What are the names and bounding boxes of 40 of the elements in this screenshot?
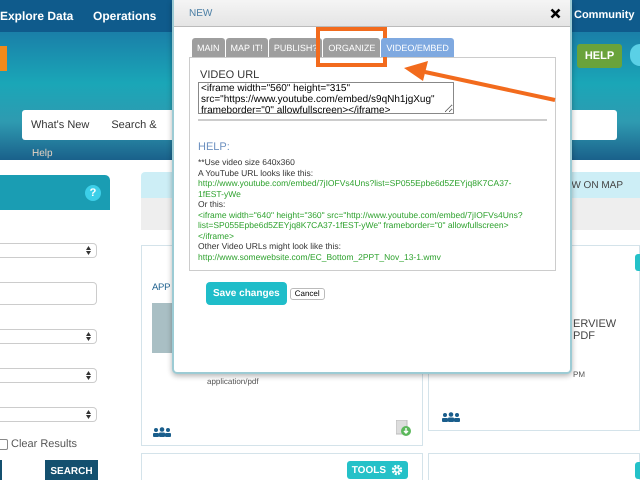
dropdown-field[interactable] — [0, 329, 97, 344]
search-tab[interactable]: Search & — [111, 119, 157, 131]
updown-arrows-icon — [86, 246, 91, 255]
view-on-map-tab[interactable]: W ON MAP — [571, 180, 623, 190]
round-button-icon[interactable] — [630, 44, 640, 66]
example-code: http://www.youtube.com/embed/7jIOFVs4Uns?list=SP055Epbe6d5ZEYjq8K7CA37-1fEST-yWe — [198, 178, 512, 199]
file-meta: PM — [573, 370, 585, 379]
example-code: http://www.somewebsite.com/EC_Bottom_2PPT_Nov_13-1.wmv — [198, 252, 442, 262]
gear-icon — [391, 464, 403, 476]
close-icon[interactable] — [550, 8, 561, 18]
checkbox-label: Clear Results — [11, 438, 78, 450]
updown-arrows-icon — [86, 410, 91, 419]
help-text: A YouTube URL looks like this: — [198, 168, 314, 178]
updown-arrows-icon — [86, 332, 91, 341]
search-tab[interactable]: What's New — [31, 119, 90, 131]
help-heading: HELP: — [198, 141, 231, 153]
dropdown-field[interactable] — [0, 368, 97, 383]
modal-title: NEW — [189, 8, 212, 18]
help-text: Other Video URLs might look like this: — [198, 241, 342, 252]
field-label: VIDEO URL — [200, 69, 260, 81]
cancel-button[interactable]: Cancel — [290, 288, 325, 300]
file-meta: application/pdf — [207, 377, 259, 386]
nav-link[interactable]: Community — [574, 9, 634, 21]
group-icon[interactable] — [441, 412, 461, 422]
search-button[interactable]: SEARCH — [45, 460, 98, 480]
dropdown-field[interactable] — [0, 407, 97, 422]
help-text: Or this: — [198, 199, 226, 210]
checkbox[interactable] — [0, 438, 8, 450]
group-icon[interactable] — [152, 427, 172, 437]
logo-icon — [0, 46, 7, 71]
download-file-icon[interactable] — [396, 420, 412, 437]
help-text: **Use video size 640x360 — [198, 157, 296, 168]
card-title[interactable]: ERVIEW PDF — [573, 318, 639, 342]
video-url-field[interactable]: <iframe width="560" height="315" src="https://www.youtube.com/embed/s9qNh1jgXug" frameborder="0" allowfullscreen></iframe> — [198, 82, 454, 114]
example-code: <iframe width="640" height="360" src="http://www.youtube.com/embed/7jIOFVs4Uns?list=SP055Epbe6d5ZEYjq8K7CA37-1fEST-yWe" frameborder="0" allowfullscreen></iframe> — [198, 210, 524, 241]
nav-link[interactable]: Explore Data — [0, 9, 74, 23]
dropdown-field[interactable] — [0, 243, 97, 258]
updown-arrows-icon — [86, 371, 91, 380]
input-field[interactable] — [0, 282, 97, 305]
nav-link[interactable]: Operations — [93, 9, 156, 23]
